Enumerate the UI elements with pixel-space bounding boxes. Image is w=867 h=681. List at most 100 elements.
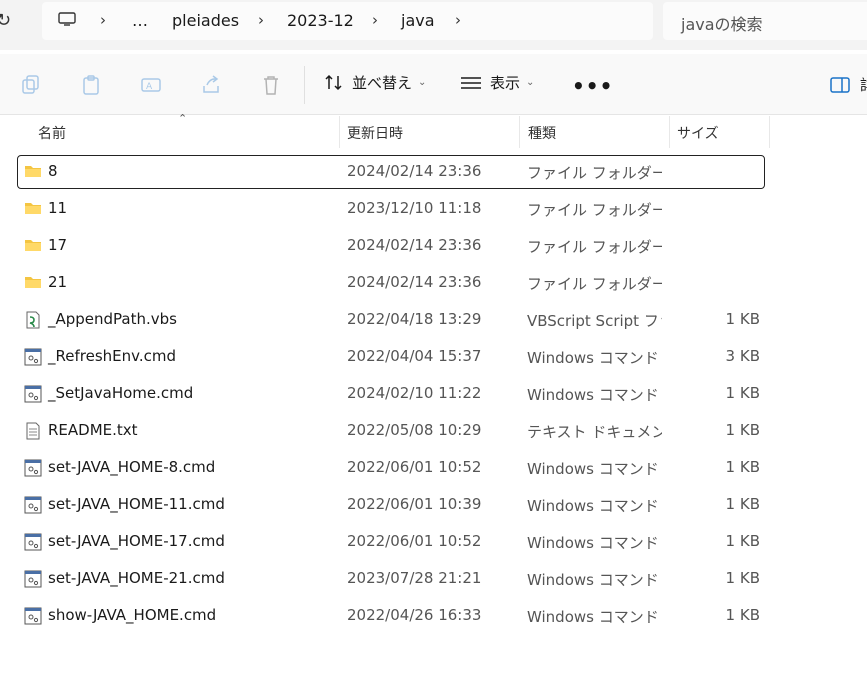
column-header-type[interactable]: 種類 xyxy=(528,123,556,155)
chevron-right-icon[interactable]: › xyxy=(258,11,264,29)
column-header-size[interactable]: サイズ xyxy=(677,123,719,155)
file-date: 2024/02/14 23:36 xyxy=(347,236,482,254)
column-header-name[interactable]: 名前 xyxy=(38,123,66,155)
address-bar[interactable]: › … pleiades › 2023-12 › java › xyxy=(42,2,653,40)
chevron-down-icon: ⌄ xyxy=(526,77,535,88)
file-row[interactable]: 8 2024/02/14 23:36 ファイル フォルダー xyxy=(17,155,765,189)
file-type: Windows コマンド ス... xyxy=(527,349,662,367)
sort-ascending-icon: ⌃ xyxy=(178,112,188,125)
breadcrumb-java[interactable]: java xyxy=(401,11,435,30)
file-date: 2024/02/10 11:22 xyxy=(347,384,482,402)
file-date: 2024/02/14 23:36 xyxy=(347,273,482,291)
file-row[interactable]: 11 2023/12/10 11:18 ファイル フォルダー xyxy=(18,193,764,225)
cmd-file-icon xyxy=(24,533,42,551)
file-size: 3 KB xyxy=(725,347,760,365)
column-divider[interactable] xyxy=(519,116,520,148)
this-pc-icon[interactable] xyxy=(58,12,76,26)
chevron-down-icon: ⌄ xyxy=(418,77,427,88)
file-name: _RefreshEnv.cmd xyxy=(48,347,176,365)
file-type: ファイル フォルダー xyxy=(527,164,662,182)
folder-icon xyxy=(24,237,42,253)
cmd-file-icon xyxy=(24,459,42,477)
file-name: 17 xyxy=(48,236,68,254)
file-row[interactable]: set-JAVA_HOME-8.cmd 2022/06/01 10:52 Windo… xyxy=(18,452,764,484)
rename-icon[interactable]: A xyxy=(140,74,162,96)
text-file-icon xyxy=(24,422,42,440)
delete-icon[interactable] xyxy=(260,74,282,96)
details-pane-button[interactable]: 詳 xyxy=(830,74,867,95)
file-size: 1 KB xyxy=(725,458,760,476)
file-name: README.txt xyxy=(48,421,138,439)
file-type: Windows コマンド ス... xyxy=(527,571,662,589)
file-type: Windows コマンド ス... xyxy=(527,608,662,626)
column-divider[interactable] xyxy=(669,116,670,148)
file-name: _SetJavaHome.cmd xyxy=(48,384,194,402)
view-label: 表示 xyxy=(490,74,521,92)
file-date: 2023/12/10 11:18 xyxy=(347,199,482,217)
file-name: set-JAVA_HOME-11.cmd xyxy=(48,495,225,513)
cmd-file-icon xyxy=(24,348,42,366)
file-name: 21 xyxy=(48,273,68,291)
file-row[interactable]: 21 2024/02/14 23:36 ファイル フォルダー xyxy=(18,267,764,299)
breadcrumb-overflow[interactable]: … xyxy=(132,11,148,30)
file-row[interactable]: set-JAVA_HOME-21.cmd 2023/07/28 21:21 Wind… xyxy=(18,563,764,595)
file-row[interactable]: show-JAVA_HOME.cmd 2022/04/26 16:33 Window… xyxy=(18,600,764,632)
column-header-date[interactable]: 更新日時 xyxy=(347,123,403,155)
column-divider[interactable] xyxy=(339,116,340,148)
sort-label: 並べ替え xyxy=(352,74,413,92)
file-date: 2022/04/04 15:37 xyxy=(347,347,482,365)
sort-button[interactable]: 並べ替え ⌄ xyxy=(324,72,426,93)
chevron-right-icon[interactable]: › xyxy=(455,11,461,29)
file-type: ファイル フォルダー xyxy=(527,201,662,219)
chevron-right-icon[interactable]: › xyxy=(372,11,378,29)
file-type: ファイル フォルダー xyxy=(527,275,662,293)
file-name: set-JAVA_HOME-21.cmd xyxy=(48,569,225,587)
file-name: 11 xyxy=(48,199,68,217)
cmd-file-icon xyxy=(24,607,42,625)
file-date: 2022/04/26 16:33 xyxy=(347,606,482,624)
details-pane-icon xyxy=(830,76,850,93)
sort-icon xyxy=(325,74,342,90)
file-name: 8 xyxy=(48,162,58,180)
cmd-file-icon xyxy=(24,570,42,588)
file-size: 1 KB xyxy=(725,569,760,587)
vbscript-icon xyxy=(24,311,42,329)
paste-icon[interactable] xyxy=(80,74,102,96)
file-size: 1 KB xyxy=(725,384,760,402)
file-name: _AppendPath.vbs xyxy=(48,310,177,328)
breadcrumb-pleiades[interactable]: pleiades xyxy=(172,11,239,30)
view-button[interactable]: 表示 ⌄ xyxy=(460,72,534,93)
view-icon xyxy=(461,76,481,89)
file-size: 1 KB xyxy=(725,606,760,624)
file-name: show-JAVA_HOME.cmd xyxy=(48,606,217,624)
file-type: ファイル フォルダー xyxy=(527,238,662,256)
file-type: VBScript Script ファ... xyxy=(527,312,662,330)
file-size: 1 KB xyxy=(725,495,760,513)
file-row[interactable]: _RefreshEnv.cmd 2022/04/04 15:37 Windows コ… xyxy=(18,341,764,373)
file-row[interactable]: 17 2024/02/14 23:36 ファイル フォルダー xyxy=(18,230,764,262)
copy-icon[interactable] xyxy=(20,74,42,96)
file-row[interactable]: _SetJavaHome.cmd 2024/02/10 11:22 Windows … xyxy=(18,378,764,410)
details-label: 詳 xyxy=(860,74,867,95)
folder-icon xyxy=(24,163,42,179)
file-row[interactable]: set-JAVA_HOME-17.cmd 2022/06/01 10:52 Wind… xyxy=(18,526,764,558)
refresh-icon[interactable]: ↻ xyxy=(0,10,11,31)
file-type: Windows コマンド ス... xyxy=(527,460,662,478)
file-row[interactable]: README.txt 2022/05/08 10:29 テキスト ドキュメント 1 K… xyxy=(18,415,764,447)
file-row[interactable]: _AppendPath.vbs 2022/04/18 13:29 VBScript … xyxy=(18,304,764,336)
search-placeholder: javaの検索 xyxy=(681,15,763,34)
file-row[interactable]: set-JAVA_HOME-11.cmd 2022/06/01 10:39 Wind… xyxy=(18,489,764,521)
folder-icon xyxy=(24,200,42,216)
column-divider[interactable] xyxy=(769,116,770,148)
toolbar-separator xyxy=(304,66,305,104)
chevron-right-icon[interactable]: › xyxy=(100,11,106,29)
share-icon[interactable] xyxy=(200,74,222,96)
file-name: set-JAVA_HOME-8.cmd xyxy=(48,458,216,476)
file-type: テキスト ドキュメント xyxy=(527,423,662,441)
file-size: 1 KB xyxy=(725,421,760,439)
file-date: 2022/06/01 10:52 xyxy=(347,532,482,550)
file-type: Windows コマンド ス... xyxy=(527,386,662,404)
search-box[interactable]: javaの検索 xyxy=(663,2,867,40)
breadcrumb-2023-12[interactable]: 2023-12 xyxy=(287,11,354,30)
more-options-icon[interactable]: ••• xyxy=(572,74,613,98)
